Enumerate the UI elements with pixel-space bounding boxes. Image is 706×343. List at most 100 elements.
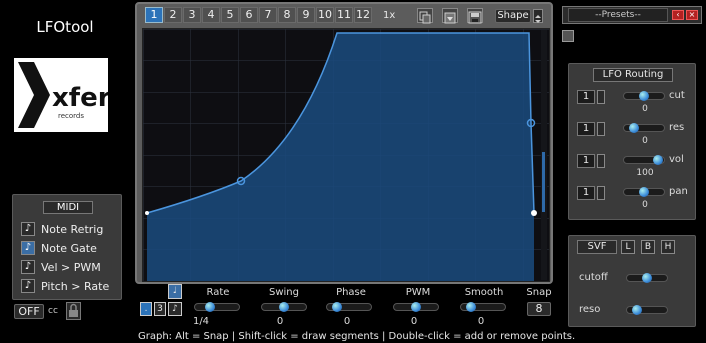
presets-dropdown[interactable]: --Presets--: [568, 8, 668, 22]
slider-knob[interactable]: [631, 305, 642, 315]
preset-save-icon[interactable]: [562, 30, 574, 42]
tab-11[interactable]: 11: [335, 7, 353, 23]
svf-reso-label: reso: [579, 304, 601, 315]
routing-lfo-select[interactable]: 1: [577, 122, 595, 136]
xfer-logo: xfer records: [14, 58, 111, 132]
shape-dropdown[interactable]: Shape: [495, 9, 531, 23]
midi-pitch-rate[interactable]: ♪ Pitch > Rate: [21, 278, 109, 294]
midi-item-label: Pitch > Rate: [41, 279, 110, 293]
midi-item-label: Note Gate: [41, 241, 97, 255]
pwm-label: PWM: [405, 287, 431, 298]
midi-note-gate[interactable]: ♪ Note Gate: [21, 240, 97, 256]
svf-lowpass-button[interactable]: L: [621, 240, 635, 254]
save-icon[interactable]: [467, 8, 483, 24]
pwm-slider[interactable]: [393, 302, 439, 312]
sync-dotted-button[interactable]: .: [140, 302, 152, 316]
tab-5[interactable]: 5: [221, 7, 239, 23]
routing-stepper[interactable]: [597, 186, 605, 200]
snap-label: Snap: [526, 287, 552, 298]
rate-value: 1/4: [192, 316, 210, 327]
shape-stepper[interactable]: [533, 9, 543, 23]
sync-note-button[interactable]: ♪: [168, 302, 182, 316]
note-icon: ♪: [21, 260, 35, 274]
lfo-routing-panel: LFO Routing 1 cut 0 1 res 0 1 vol 100 1 …: [568, 63, 696, 220]
routing-cut-label: cut: [669, 90, 685, 101]
routing-lfo-select[interactable]: 1: [577, 186, 595, 200]
tab-8[interactable]: 8: [278, 7, 296, 23]
tab-2[interactable]: 2: [164, 7, 182, 23]
lock-icon[interactable]: [66, 302, 81, 320]
phase-value: 0: [343, 316, 351, 327]
swing-slider[interactable]: [261, 302, 307, 312]
midi-title: MIDI: [43, 201, 93, 214]
svf-cutoff-slider[interactable]: [626, 273, 668, 283]
svf-reso-slider[interactable]: [626, 305, 668, 315]
graph-point: [145, 211, 149, 215]
slider-knob[interactable]: [466, 302, 477, 312]
routing-stepper[interactable]: [597, 122, 605, 136]
snap-value[interactable]: 8: [527, 302, 551, 316]
tab-3[interactable]: 3: [183, 7, 201, 23]
routing-vol-label: vol: [669, 154, 684, 165]
graph-point: [531, 210, 537, 216]
routing-pan-value: 0: [642, 200, 648, 210]
slider-knob[interactable]: [639, 187, 649, 197]
routing-lfo-select[interactable]: 1: [577, 90, 595, 104]
phase-label: Phase: [336, 287, 366, 298]
slider-knob[interactable]: [205, 302, 216, 312]
routing-res-label: res: [669, 122, 685, 133]
svf-cutoff-label: cutoff: [579, 272, 608, 283]
zoom-level[interactable]: 1x: [383, 10, 395, 21]
paste-icon[interactable]: [442, 8, 458, 24]
swing-value: 0: [276, 316, 284, 327]
routing-cut-slider[interactable]: [623, 91, 665, 101]
tab-9[interactable]: 9: [297, 7, 315, 23]
slider-knob[interactable]: [642, 273, 652, 283]
slider-knob[interactable]: [652, 155, 663, 165]
note-icon: ♪: [21, 222, 35, 236]
slider-knob[interactable]: [332, 302, 343, 312]
svg-text:records: records: [58, 112, 84, 120]
smooth-label: Smooth: [464, 287, 504, 298]
copy-icon[interactable]: [417, 8, 433, 24]
midi-panel: MIDI ♪ Note Retrig ♪ Note Gate ♪ Vel > P…: [12, 194, 122, 300]
swing-label: Swing: [269, 287, 299, 298]
routing-cut-value: 0: [642, 104, 648, 114]
tab-4[interactable]: 4: [202, 7, 220, 23]
routing-vol-slider[interactable]: [623, 155, 665, 165]
svf-highpass-button[interactable]: H: [661, 240, 675, 254]
svg-text:xfer: xfer: [52, 83, 108, 113]
routing-pan-label: pan: [669, 186, 688, 197]
slider-knob[interactable]: [279, 302, 289, 312]
graph-scroll-thumb[interactable]: [542, 152, 545, 212]
rate-slider[interactable]: [194, 302, 240, 312]
routing-res-value: 0: [642, 136, 648, 146]
midi-note-retrig[interactable]: ♪ Note Retrig: [21, 221, 103, 237]
svf-bandpass-button[interactable]: B: [641, 240, 655, 254]
tab-12[interactable]: 12: [354, 7, 372, 23]
svf-title: SVF: [577, 240, 617, 254]
slider-knob[interactable]: [628, 123, 639, 133]
smooth-slider[interactable]: [460, 302, 506, 312]
preset-prev-icon[interactable]: ‹: [672, 10, 684, 20]
sync-triplet-button[interactable]: 3: [154, 302, 166, 316]
midi-vel-pwm[interactable]: ♪ Vel > PWM: [21, 259, 101, 275]
phase-slider[interactable]: [326, 302, 372, 312]
routing-stepper[interactable]: [597, 90, 605, 104]
tab-1[interactable]: 1: [145, 7, 163, 23]
pwm-value: 0: [410, 316, 418, 327]
routing-pan-slider[interactable]: [623, 187, 665, 197]
slider-knob[interactable]: [639, 91, 649, 101]
tab-6[interactable]: 6: [240, 7, 258, 23]
tab-7[interactable]: 7: [259, 7, 277, 23]
routing-res-slider[interactable]: [623, 123, 665, 133]
routing-lfo-select[interactable]: 1: [577, 154, 595, 168]
app-title: LFOtool: [36, 18, 94, 36]
cc-selector[interactable]: OFF: [14, 304, 44, 319]
preset-close-icon[interactable]: ×: [686, 10, 698, 20]
sync-note-icon[interactable]: ♩: [168, 284, 182, 299]
tab-10[interactable]: 10: [316, 7, 334, 23]
routing-stepper[interactable]: [597, 154, 605, 168]
slider-knob[interactable]: [411, 302, 421, 312]
lfo-graph[interactable]: [142, 28, 550, 282]
